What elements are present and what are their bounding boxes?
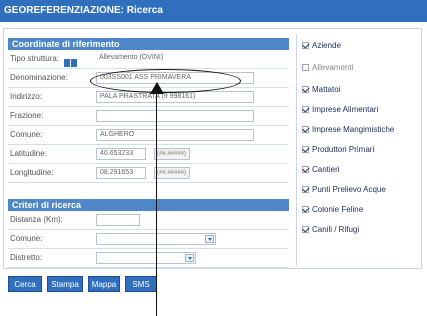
distanza-label: Distanza (Km): — [10, 215, 63, 224]
tipo-struttura-label: Tipo struttura: — [10, 54, 60, 63]
row-frazione: Frazione: — [8, 109, 289, 126]
map-icon[interactable] — [64, 59, 70, 67]
distretto-select[interactable] — [96, 252, 196, 264]
filter-item[interactable]: Produttori Primari — [300, 144, 420, 158]
annotation-arrow-line — [156, 86, 157, 316]
checkbox[interactable] — [302, 126, 309, 133]
filter-label: Punti Prelievo Acque — [312, 185, 386, 194]
filter-label: Cantieri — [312, 165, 340, 174]
indirizzo-label: Indirizzo: — [10, 92, 43, 101]
filter-item[interactable]: Cantieri — [300, 164, 420, 178]
title-bar: GEOREFERENZIAZIONE: Ricerca — [0, 0, 427, 22]
row-criteria-comune: Comune: — [8, 232, 289, 249]
distanza-input[interactable] — [96, 214, 140, 226]
latitudine-input[interactable]: 40.653233 — [96, 148, 146, 160]
frazione-label: Frazione: — [10, 111, 44, 120]
filter-label: Allevamenti — [312, 63, 354, 72]
checkbox[interactable] — [302, 206, 309, 213]
tipo-struttura-value: Allevamento (OVINI) — [99, 54, 164, 61]
filter-label: Imprese Alimentari — [312, 105, 379, 114]
stampa-button[interactable]: Stampa — [47, 276, 83, 292]
row-distretto: Distretto: — [8, 251, 289, 268]
row-latitudine: Latitudine: 40.653233 (##.#####) — [8, 147, 289, 164]
sms-button[interactable]: SMS — [125, 276, 157, 292]
longitudine-input[interactable]: 08.291653 — [96, 167, 146, 179]
filter-label: Aziende — [312, 41, 341, 50]
section-criteria-title: Criteri di ricerca — [8, 199, 289, 211]
filter-label: Mattatoi — [312, 85, 341, 94]
window-title: GEOREFERENZIAZIONE: Ricerca — [4, 5, 163, 16]
filter-item[interactable]: Allevamenti — [300, 62, 420, 76]
checkbox[interactable] — [302, 146, 309, 153]
checkbox[interactable] — [302, 186, 309, 193]
filter-item[interactable]: Colonie Feline — [300, 204, 420, 218]
comune-label: Comune: — [10, 130, 43, 139]
filter-item[interactable]: Mattatoi — [300, 84, 420, 98]
longitudine-label: Longitudine: — [10, 168, 54, 177]
filter-item[interactable]: Imprese Alimentari — [300, 104, 420, 118]
structure-type-icons[interactable] — [64, 54, 78, 67]
latitudine-format: (##.#####) — [154, 148, 190, 160]
mappa-button[interactable]: Mappa — [88, 276, 120, 292]
longitudine-format: (##.#####) — [154, 167, 190, 179]
close-icon[interactable] — [71, 59, 77, 67]
checkbox[interactable] — [302, 166, 309, 173]
filter-label: Canili / Rifugi — [312, 225, 360, 234]
filter-item[interactable]: Canili / Rifugi — [300, 224, 420, 238]
row-longitudine: Longitudine: 08.291653 (##.#####) — [8, 166, 289, 183]
filter-label: Produttori Primari — [312, 145, 375, 154]
distretto-label: Distretto: — [10, 253, 43, 262]
comune-input[interactable]: ALGHERO — [96, 129, 254, 141]
denominazione-label: Denominazione: — [10, 73, 68, 82]
checkbox[interactable] — [302, 86, 309, 93]
filter-label: Imprese Mangimistiche — [312, 125, 395, 134]
frazione-input[interactable] — [96, 110, 254, 122]
highlight-ellipse — [90, 69, 241, 93]
row-comune: Comune: ALGHERO — [8, 128, 289, 145]
filter-label: Colonie Feline — [312, 205, 364, 214]
latitudine-label: Latitudine: — [10, 149, 47, 158]
filter-item[interactable]: Punti Prelievo Acque — [300, 184, 420, 198]
filter-item[interactable]: Imprese Mangimistiche — [300, 124, 420, 138]
cerca-button[interactable]: Cerca — [8, 276, 42, 292]
checkbox[interactable] — [302, 42, 309, 49]
checkbox[interactable] — [302, 64, 309, 71]
checkbox[interactable] — [302, 226, 309, 233]
annotation-arrow-head — [150, 82, 164, 94]
checkbox[interactable] — [302, 106, 309, 113]
criteria-comune-label: Comune: — [10, 234, 43, 243]
row-distanza: Distanza (Km): — [8, 213, 289, 230]
row-tipo-struttura: Tipo struttura: Allevamento (OVINI) — [8, 52, 289, 69]
chevron-down-icon[interactable] — [205, 235, 214, 243]
filter-item[interactable]: Aziende — [300, 40, 420, 54]
section-coordinates-title: Coordinate di riferimento — [8, 38, 289, 50]
chevron-down-icon[interactable] — [185, 254, 194, 262]
